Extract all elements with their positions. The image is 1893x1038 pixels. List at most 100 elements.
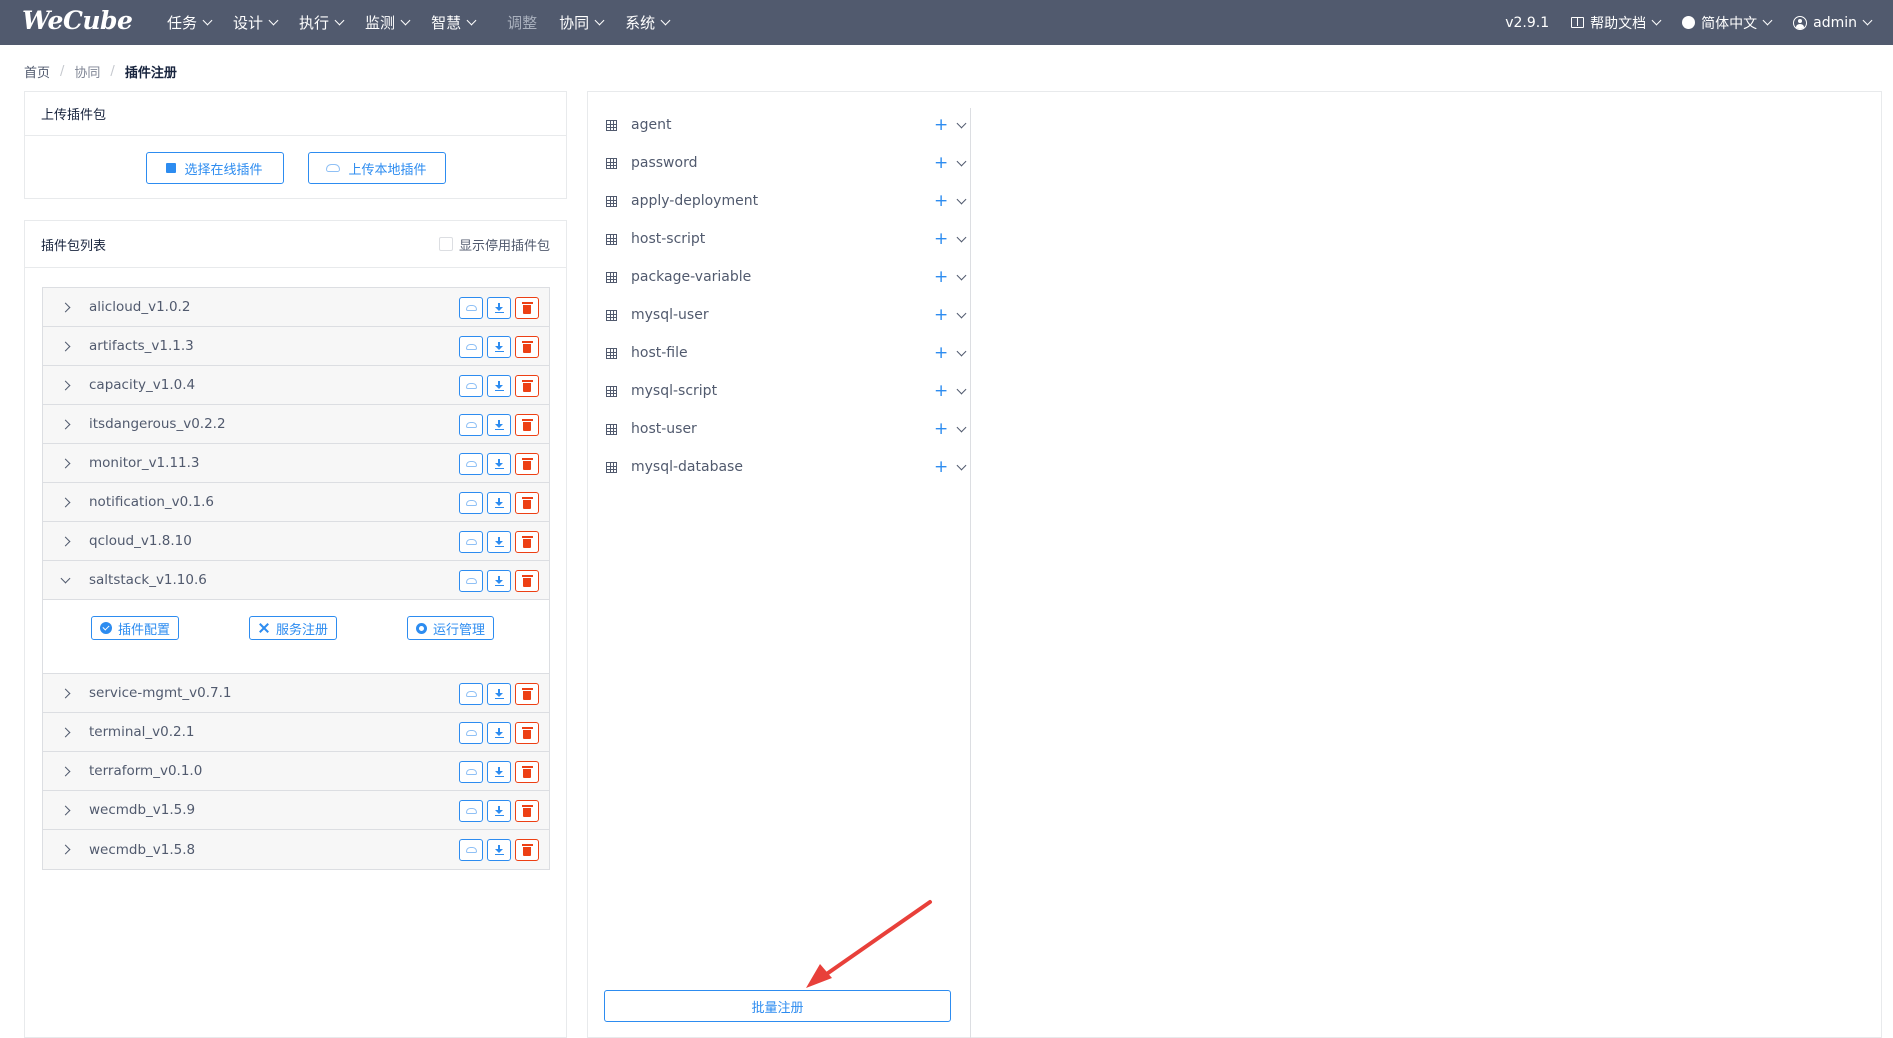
download-package-button[interactable]	[487, 761, 511, 783]
delete-package-button[interactable]	[515, 531, 539, 553]
chevron-down-icon[interactable]	[956, 232, 967, 242]
delete-package-button[interactable]	[515, 414, 539, 436]
nav-monitor[interactable]: 监测	[354, 0, 420, 45]
plugin-package-row[interactable]: service-mgmt_v0.7.1	[43, 674, 549, 713]
chevron-down-icon[interactable]	[956, 156, 967, 166]
plugin-package-row[interactable]: terraform_v0.1.0	[43, 752, 549, 791]
nav-adjust[interactable]: 调整	[496, 0, 548, 45]
delete-package-button[interactable]	[515, 453, 539, 475]
plugin-config-button[interactable]: 插件配置	[91, 616, 180, 640]
chevron-right-icon[interactable]	[60, 302, 71, 312]
chevron-down-icon[interactable]	[956, 194, 967, 204]
download-package-button[interactable]	[487, 336, 511, 358]
download-package-button[interactable]	[487, 570, 511, 592]
delete-package-button[interactable]	[515, 839, 539, 861]
service-tree-item[interactable]: package-variable +	[606, 258, 967, 296]
nav-design[interactable]: 设计	[222, 0, 288, 45]
add-icon[interactable]: +	[934, 154, 948, 172]
service-tree-item[interactable]: host-script +	[606, 220, 967, 258]
chevron-right-icon[interactable]	[60, 419, 71, 429]
delete-package-button[interactable]	[515, 570, 539, 592]
download-package-button[interactable]	[487, 414, 511, 436]
download-package-button[interactable]	[487, 375, 511, 397]
plugin-package-row[interactable]: notification_v0.1.6	[43, 483, 549, 522]
register-package-button[interactable]	[459, 570, 483, 592]
chevron-right-icon[interactable]	[60, 536, 71, 546]
chevron-down-icon[interactable]	[956, 346, 967, 356]
service-tree-item[interactable]: mysql-script +	[606, 372, 967, 410]
chevron-down-icon[interactable]	[956, 422, 967, 432]
chevron-down-icon[interactable]	[956, 460, 967, 470]
nav-execute[interactable]: 执行	[288, 0, 354, 45]
download-package-button[interactable]	[487, 453, 511, 475]
plugin-package-row[interactable]: wecmdb_v1.5.8	[43, 830, 549, 869]
plugin-package-row[interactable]: wecmdb_v1.5.9	[43, 791, 549, 830]
plugin-package-row[interactable]: saltstack_v1.10.6	[43, 561, 549, 600]
register-package-button[interactable]	[459, 414, 483, 436]
add-icon[interactable]: +	[934, 420, 948, 438]
chevron-down-icon[interactable]	[956, 308, 967, 318]
add-icon[interactable]: +	[934, 458, 948, 476]
show-disabled-checkbox[interactable]: 显示停用插件包	[438, 235, 550, 254]
nav-intelligence[interactable]: 智慧	[420, 0, 486, 45]
download-package-button[interactable]	[487, 722, 511, 744]
download-package-button[interactable]	[487, 839, 511, 861]
chevron-right-icon[interactable]	[60, 844, 71, 855]
upload-local-plugin-button[interactable]: 上传本地插件	[307, 152, 446, 184]
download-package-button[interactable]	[487, 683, 511, 705]
chevron-right-icon[interactable]	[60, 727, 71, 737]
download-package-button[interactable]	[487, 800, 511, 822]
language-menu[interactable]: 简体中文	[1682, 13, 1773, 33]
service-tree-item[interactable]: agent +	[606, 106, 967, 144]
user-menu[interactable]: admin	[1793, 15, 1873, 31]
chevron-right-icon[interactable]	[60, 688, 71, 698]
service-tree-item[interactable]: apply-deployment +	[606, 182, 967, 220]
chevron-right-icon[interactable]	[60, 458, 71, 468]
add-icon[interactable]: +	[934, 268, 948, 286]
nav-task[interactable]: 任务	[156, 0, 222, 45]
nav-collaboration[interactable]: 协同	[548, 0, 614, 45]
help-docs-menu[interactable]: 帮助文档	[1571, 13, 1662, 33]
chevron-down-icon[interactable]	[956, 118, 967, 128]
add-icon[interactable]: +	[934, 306, 948, 324]
service-tree-item[interactable]: mysql-database +	[606, 448, 967, 486]
chevron-down-icon[interactable]	[956, 384, 967, 394]
register-package-button[interactable]	[459, 297, 483, 319]
register-package-button[interactable]	[459, 375, 483, 397]
register-package-button[interactable]	[459, 336, 483, 358]
download-package-button[interactable]	[487, 297, 511, 319]
register-package-button[interactable]	[459, 800, 483, 822]
add-icon[interactable]: +	[934, 116, 948, 134]
delete-package-button[interactable]	[515, 297, 539, 319]
add-icon[interactable]: +	[934, 230, 948, 248]
chevron-right-icon[interactable]	[60, 766, 71, 776]
chevron-right-icon[interactable]	[60, 497, 71, 507]
plugin-package-row[interactable]: alicloud_v1.0.2	[43, 288, 549, 327]
delete-package-button[interactable]	[515, 336, 539, 358]
download-package-button[interactable]	[487, 492, 511, 514]
service-tree-item[interactable]: host-file +	[606, 334, 967, 372]
add-icon[interactable]: +	[934, 192, 948, 210]
plugin-package-row[interactable]: capacity_v1.0.4	[43, 366, 549, 405]
delete-package-button[interactable]	[515, 375, 539, 397]
register-package-button[interactable]	[459, 839, 483, 861]
plugin-package-row[interactable]: monitor_v1.11.3	[43, 444, 549, 483]
delete-package-button[interactable]	[515, 722, 539, 744]
register-package-button[interactable]	[459, 492, 483, 514]
download-package-button[interactable]	[487, 531, 511, 553]
register-package-button[interactable]	[459, 453, 483, 475]
chevron-right-icon[interactable]	[60, 341, 71, 351]
runtime-management-button[interactable]: 运行管理	[407, 616, 495, 640]
chevron-down-icon[interactable]	[60, 573, 71, 584]
select-online-plugin-button[interactable]: 选择在线插件	[145, 152, 284, 184]
service-tree-item[interactable]: password +	[606, 144, 967, 182]
delete-package-button[interactable]	[515, 492, 539, 514]
add-icon[interactable]: +	[934, 382, 948, 400]
delete-package-button[interactable]	[515, 800, 539, 822]
chevron-down-icon[interactable]	[956, 270, 967, 280]
plugin-package-row[interactable]: qcloud_v1.8.10	[43, 522, 549, 561]
register-package-button[interactable]	[459, 683, 483, 705]
delete-package-button[interactable]	[515, 761, 539, 783]
plugin-package-row[interactable]: terminal_v0.2.1	[43, 713, 549, 752]
plugin-package-row[interactable]: itsdangerous_v0.2.2	[43, 405, 549, 444]
